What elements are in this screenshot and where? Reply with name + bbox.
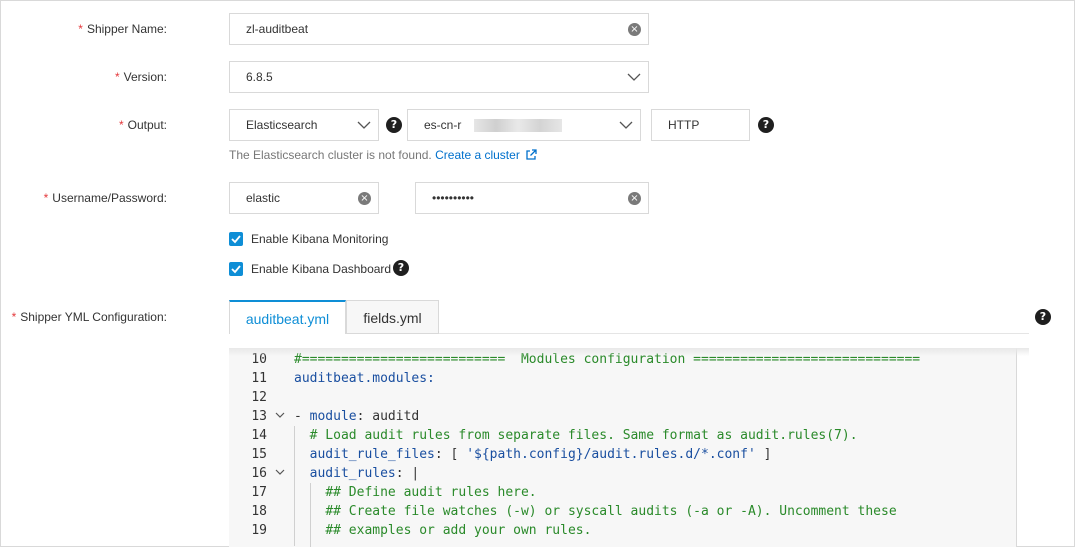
code-text: ## Define audit rules here. xyxy=(325,485,537,500)
code-text: ## examples or add your own rules. xyxy=(325,523,592,538)
code-line[interactable]: 19 ## examples or add your own rules. xyxy=(229,521,1009,540)
indent-guide xyxy=(294,426,295,546)
line-number: 12 xyxy=(251,390,267,405)
kibana-dashboard-checkbox[interactable] xyxy=(229,262,243,276)
chevron-down-icon xyxy=(357,121,371,129)
help-circle-icon[interactable]: ? xyxy=(758,117,774,133)
yml-config-label: * Shipper YML Configuration: xyxy=(12,310,167,324)
password-value: •••••••••• xyxy=(432,191,475,205)
clear-circle-icon[interactable]: × xyxy=(628,192,641,205)
clear-circle-icon[interactable]: × xyxy=(358,192,371,205)
redacted-region xyxy=(474,119,562,132)
line-number: 16 xyxy=(251,466,267,481)
line-number: 19 xyxy=(251,523,267,538)
line-number: 17 xyxy=(251,485,267,500)
version-value: 6.8.5 xyxy=(246,70,273,84)
output-protocol-input[interactable]: HTTP xyxy=(651,109,750,141)
yml-code-editor[interactable]: 10 #========================== Modules co… xyxy=(229,348,1017,547)
output-type-value: Elasticsearch xyxy=(246,118,318,132)
code-text: auditbeat.modules: xyxy=(294,371,435,386)
shipper-name-label-text: Shipper Name: xyxy=(86,22,167,36)
fold-chevron-icon[interactable] xyxy=(275,407,287,426)
required-mark: * xyxy=(114,70,120,84)
kibana-dashboard-label: Enable Kibana Dashboard xyxy=(251,262,392,276)
version-label: * Version: xyxy=(115,70,167,84)
shipper-name-input[interactable]: zl-auditbeat × xyxy=(229,13,649,45)
code-line[interactable]: 11 auditbeat.modules: xyxy=(229,369,1009,388)
clear-circle-icon[interactable]: × xyxy=(628,23,641,36)
help-circle-icon[interactable]: ? xyxy=(386,117,402,133)
code-text: - module: auditd xyxy=(294,409,420,424)
required-mark: * xyxy=(43,191,49,205)
code-text: audit_rule_files: [ '${path.config}/audi… xyxy=(309,447,772,462)
code-text: # Load audit rules from separate files. … xyxy=(309,428,858,443)
code-line[interactable]: 14 # Load audit rules from separate file… xyxy=(229,426,1009,445)
chevron-down-icon xyxy=(627,73,641,81)
kibana-monitoring-label: Enable Kibana Monitoring xyxy=(251,232,389,246)
required-mark: * xyxy=(78,22,83,36)
cluster-hint-text: The Elasticsearch cluster is not found. xyxy=(229,148,432,162)
code-text: ## Create file watches (-w) or syscall a… xyxy=(325,504,897,519)
credentials-label-text: Username/Password: xyxy=(52,191,167,205)
create-cluster-link[interactable]: Create a cluster xyxy=(435,148,520,162)
code-text: audit_rules: | xyxy=(309,466,420,481)
chevron-down-icon xyxy=(619,121,633,129)
checkmark-icon xyxy=(231,265,241,274)
code-line[interactable]: 18 ## Create file watches (-w) or syscal… xyxy=(229,502,1009,521)
line-number: 14 xyxy=(251,428,267,443)
credentials-label: * Username/Password: xyxy=(44,191,167,205)
version-select[interactable]: 6.8.5 xyxy=(229,61,649,93)
code-line[interactable]: 12 xyxy=(229,388,1009,407)
username-input[interactable]: elastic × xyxy=(229,182,379,214)
indent-guide xyxy=(310,483,311,547)
kibana-monitoring-option[interactable]: Enable Kibana Monitoring xyxy=(229,232,388,246)
yml-config-label-text: Shipper YML Configuration: xyxy=(20,310,167,324)
output-label-text: Output: xyxy=(127,118,167,132)
required-mark: * xyxy=(11,310,17,324)
output-cluster-value: es-cn-r xyxy=(424,118,462,132)
output-protocol-value: HTTP xyxy=(668,118,700,132)
kibana-dashboard-option[interactable]: Enable Kibana Dashboard xyxy=(229,262,391,276)
help-circle-icon[interactable]: ? xyxy=(1035,309,1051,325)
line-number: 15 xyxy=(251,447,267,462)
code-line[interactable]: 13 - module: auditd xyxy=(229,407,1009,426)
tab-auditbeat-yml[interactable]: auditbeat.yml xyxy=(229,300,346,334)
checkmark-icon xyxy=(231,235,241,244)
cluster-hint: The Elasticsearch cluster is not found. … xyxy=(229,148,537,162)
required-mark: * xyxy=(118,118,124,132)
fold-chevron-icon[interactable] xyxy=(275,464,287,483)
external-link-icon[interactable] xyxy=(525,149,537,161)
password-input[interactable]: •••••••••• × xyxy=(415,182,649,214)
tab-fields-yml[interactable]: fields.yml xyxy=(346,300,439,334)
username-value: elastic xyxy=(246,191,281,205)
output-type-select[interactable]: Elasticsearch xyxy=(229,109,379,141)
version-label-text: Version: xyxy=(123,70,167,84)
shipper-name-value: zl-auditbeat xyxy=(246,22,309,36)
code-line[interactable]: 16 audit_rules: | xyxy=(229,464,1009,483)
editor-top-shadow xyxy=(229,348,1029,356)
line-number: 18 xyxy=(251,504,267,519)
shipper-name-label: * Shipper Name: xyxy=(78,22,167,36)
kibana-monitoring-checkbox[interactable] xyxy=(229,232,243,246)
output-cluster-select[interactable]: es-cn-r xyxy=(407,109,641,141)
help-circle-icon[interactable]: ? xyxy=(393,260,409,276)
line-number: 11 xyxy=(251,371,267,386)
code-line[interactable]: 17 ## Define audit rules here. xyxy=(229,483,1009,502)
code-line[interactable]: 15 audit_rule_files: [ '${path.config}/a… xyxy=(229,445,1009,464)
line-number: 13 xyxy=(251,409,267,424)
output-label: * Output: xyxy=(119,118,167,132)
